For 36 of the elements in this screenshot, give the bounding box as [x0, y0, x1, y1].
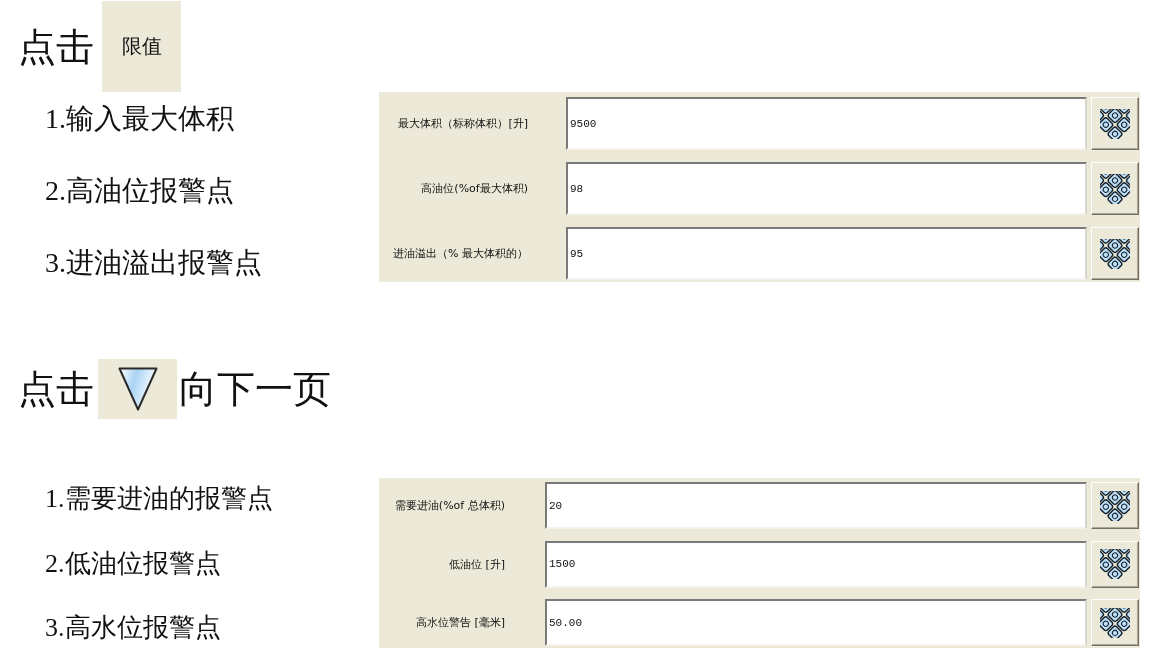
step-text: 3.进油溢出报警点 — [45, 248, 262, 278]
keypad-button[interactable] — [1091, 540, 1139, 588]
step-text: 2.高油位报警点 — [45, 176, 234, 206]
value-field[interactable]: 1500 — [545, 540, 1087, 588]
keypad-icon — [1100, 607, 1130, 638]
value-field[interactable]: 20 — [545, 482, 1087, 529]
keypad-button[interactable] — [1091, 227, 1139, 280]
value-field[interactable]: 95 — [566, 227, 1087, 280]
field-label: 高水位警告 [毫米] — [415, 615, 505, 630]
field-label: 高油位(%of最大体积) — [421, 181, 528, 196]
keypad-icon — [1100, 238, 1130, 269]
step-text: 1.需要进油的报警点 — [45, 484, 273, 514]
keypad-button[interactable] — [1091, 97, 1139, 150]
value-field[interactable]: 98 — [566, 162, 1087, 215]
value-field[interactable]: 9500 — [566, 97, 1087, 150]
value-field[interactable]: 50.00 — [545, 599, 1087, 646]
keypad-icon — [1100, 549, 1130, 579]
keypad-icon — [1100, 490, 1130, 521]
keypad-button[interactable] — [1091, 482, 1139, 529]
step-text: 1.输入最大体积 — [45, 104, 234, 134]
step-text: 2.低油位报警点 — [45, 548, 221, 579]
field-label: 进油溢出（% 最大体积的） — [393, 246, 528, 261]
heading-text: 点击 — [18, 370, 94, 408]
heading-text: 点击 — [18, 27, 94, 66]
page-down-button[interactable] — [98, 359, 177, 419]
keypad-icon — [1100, 173, 1130, 204]
triangle-down-icon — [117, 367, 158, 411]
field-label: 低油位 [升] — [448, 556, 505, 572]
field-label: 最大体积（标称体积）[升] — [398, 116, 528, 131]
step-text: 3.高水位报警点 — [45, 613, 221, 643]
field-label: 需要进油(%of 总体积) — [394, 498, 505, 513]
keypad-icon — [1100, 108, 1130, 139]
keypad-button[interactable] — [1091, 599, 1139, 646]
keypad-button[interactable] — [1091, 162, 1139, 215]
heading-text: 向下一页 — [179, 370, 331, 408]
limit-value-button[interactable]: 限值 — [102, 1, 181, 92]
